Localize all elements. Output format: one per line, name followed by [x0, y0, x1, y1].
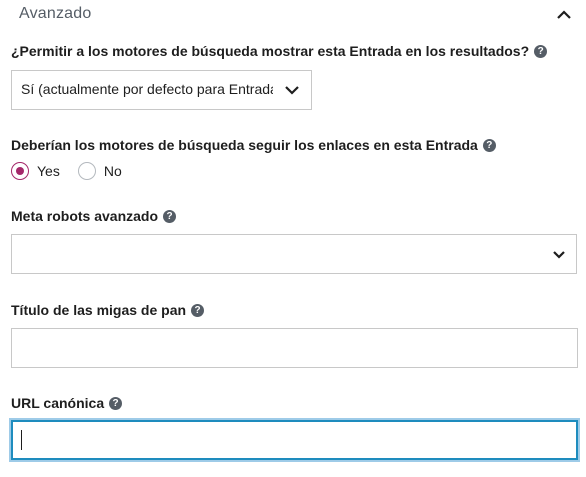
radio-option-no[interactable]: No [77, 162, 122, 180]
breadcrumbs-title-label-text: Título de las migas de pan [11, 302, 187, 318]
help-icon[interactable]: ? [163, 209, 177, 223]
meta-robots-select[interactable] [11, 234, 577, 274]
chevron-down-icon [553, 251, 565, 259]
radio-button-yes[interactable] [11, 162, 29, 180]
help-icon[interactable]: ? [109, 396, 123, 410]
follow-links-radio-group: Yes No [11, 162, 140, 180]
help-icon[interactable]: ? [534, 44, 548, 58]
chevron-up-icon[interactable] [556, 8, 572, 22]
text-cursor [21, 430, 22, 450]
allow-index-label: ¿Permitir a los motores de búsqueda most… [11, 43, 548, 59]
breadcrumbs-title-input[interactable] [11, 328, 578, 368]
canonical-url-label: URL canónica ? [11, 395, 123, 411]
radio-button-no[interactable] [77, 162, 96, 180]
help-icon[interactable]: ? [191, 303, 205, 317]
allow-index-label-text: ¿Permitir a los motores de búsqueda most… [11, 43, 530, 59]
meta-robots-label: Meta robots avanzado ? [11, 208, 177, 224]
allow-index-select[interactable]: Sí (actualmente por defecto para Entrada… [11, 70, 312, 110]
canonical-url-label-text: URL canónica [11, 395, 105, 411]
meta-robots-label-text: Meta robots avanzado [11, 208, 159, 224]
chevron-down-icon [285, 86, 299, 95]
help-icon[interactable]: ? [482, 138, 496, 152]
radio-label-yes: Yes [37, 163, 60, 179]
follow-links-label-text: Deberían los motores de búsqueda seguir … [11, 137, 478, 153]
radio-option-yes[interactable]: Yes [11, 162, 60, 180]
canonical-url-input[interactable] [11, 420, 578, 460]
breadcrumbs-title-label: Título de las migas de pan ? [11, 302, 205, 318]
section-header-avanzado[interactable]: Avanzado [0, 0, 586, 32]
follow-links-label: Deberían los motores de búsqueda seguir … [11, 137, 496, 153]
allow-index-selected-value: Sí (actualmente por defecto para Entrada… [21, 81, 273, 97]
section-title: Avanzado [19, 5, 92, 22]
radio-label-no: No [103, 163, 122, 179]
